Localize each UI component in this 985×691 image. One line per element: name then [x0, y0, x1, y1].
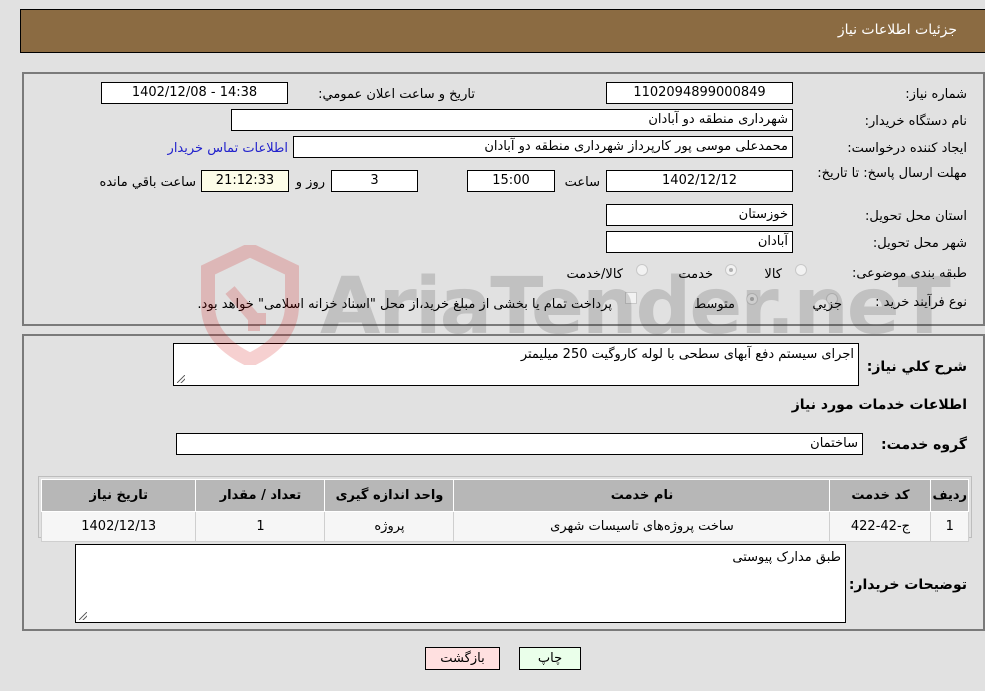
- col-service-name: نام خدمت: [453, 479, 831, 512]
- back-button[interactable]: بازگشت: [425, 647, 500, 670]
- services-heading: اطلاعات خدمات مورد نیاز: [791, 397, 967, 413]
- buyer-org-field: شهرداری منطقه دو آبادان: [231, 109, 793, 131]
- category-option-goods: کالا: [764, 267, 782, 282]
- col-unit: واحد اندازه گیری: [324, 479, 455, 512]
- page-header: جزئیات اطلاعات نیاز: [20, 9, 985, 53]
- city-label: شهر محل تحویل:: [872, 236, 967, 251]
- remaining-days-field: 3: [331, 170, 418, 192]
- cell-row: 1: [930, 511, 969, 542]
- buyer-contact-link[interactable]: اطلاعات تماس خریدار: [168, 141, 288, 156]
- remaining-time-field: 21:12:33: [201, 170, 289, 192]
- announce-date-label: تاریخ و ساعت اعلان عمومي:: [318, 87, 475, 102]
- days-label: روز و: [295, 175, 325, 190]
- buyer-notes-text: طبق مدارک پیوستی: [732, 550, 841, 565]
- service-group-field: ساختمان: [176, 433, 863, 455]
- process-type-label: نوع فرآیند خرید :: [875, 295, 967, 310]
- buyer-notes-label: توضیحات خریدار:: [848, 577, 967, 593]
- cell-quantity: 1: [195, 511, 326, 542]
- col-need-date: تاریخ نیاز: [40, 479, 197, 512]
- need-number-field: 1102094899000849: [606, 82, 793, 104]
- cell-unit: پروژه: [324, 511, 455, 542]
- deadline-date-field: 1402/12/12: [606, 170, 793, 192]
- city-field: آبادان: [606, 231, 793, 253]
- services-table-wrap: ردیف کد خدمت نام خدمت واحد اندازه گیری ت…: [38, 476, 972, 542]
- requester-field: محمدعلی موسی پور کارپرداز شهرداری منطقه …: [293, 136, 793, 158]
- category-radio-goods-service[interactable]: [636, 264, 648, 276]
- treasury-note: پرداخت تمام یا بخشی از مبلغ خرید،از محل …: [197, 297, 612, 312]
- announce-date-field: 1402/12/08 - 14:38: [101, 82, 288, 104]
- print-button[interactable]: چاپ: [519, 647, 581, 670]
- deadline-time-field: 15:00: [467, 170, 555, 192]
- province-field: خوزستان: [606, 204, 793, 226]
- description-textarea[interactable]: اجرای سیستم دفع آبهای سطحی با لوله کاروگ…: [173, 343, 859, 386]
- category-label: طبقه بندی موضوعی:: [851, 266, 967, 281]
- process-option-minor: جزيي: [812, 297, 842, 312]
- description-text: اجرای سیستم دفع آبهای سطحی با لوله کاروگ…: [520, 347, 854, 362]
- cell-service-name: ساخت پروژه‌های تاسیسات شهری: [453, 511, 831, 542]
- category-radio-goods[interactable]: [795, 264, 807, 276]
- requester-label: ایجاد کننده درخواست:: [847, 141, 967, 156]
- col-row: ردیف: [930, 479, 969, 512]
- buyer-notes-textarea[interactable]: طبق مدارک پیوستی: [75, 544, 846, 623]
- remaining-time-label: ساعت باقي مانده: [99, 175, 196, 190]
- col-service-code: کد خدمت: [829, 479, 932, 512]
- category-option-service: خدمت: [678, 267, 713, 282]
- description-label: شرح كلي نياز:: [866, 359, 967, 375]
- resize-handle-icon[interactable]: [79, 612, 87, 620]
- table-header-row: ردیف کد خدمت نام خدمت واحد اندازه گیری ت…: [40, 479, 969, 512]
- service-group-label: گروه خدمت:: [881, 437, 967, 453]
- buyer-org-label: نام دستگاه خریدار:: [864, 114, 967, 129]
- col-quantity: تعداد / مقدار: [195, 479, 326, 512]
- process-radio-medium[interactable]: [746, 293, 758, 305]
- cell-service-code: ج-42-422: [829, 511, 932, 542]
- cell-need-date: 1402/12/13: [40, 511, 197, 542]
- deadline-label: مهلت ارسال پاسخ: تا تاریخ:: [817, 166, 967, 181]
- treasury-checkbox[interactable]: [625, 292, 637, 304]
- resize-handle-icon[interactable]: [177, 375, 185, 383]
- process-option-medium: متوسط: [694, 297, 735, 312]
- services-table: ردیف کد خدمت نام خدمت واحد اندازه گیری ت…: [40, 479, 969, 542]
- category-radio-service[interactable]: [725, 264, 737, 276]
- province-label: استان محل تحویل:: [865, 209, 967, 224]
- table-row: 1 ج-42-422 ساخت پروژه‌های تاسیسات شهری پ…: [40, 511, 969, 542]
- deadline-time-label: ساعت: [564, 175, 600, 190]
- category-option-goods-service: کالا/خدمت: [566, 267, 623, 282]
- need-number-label: شماره نیاز:: [905, 87, 967, 102]
- page-title: جزئیات اطلاعات نیاز: [837, 22, 957, 38]
